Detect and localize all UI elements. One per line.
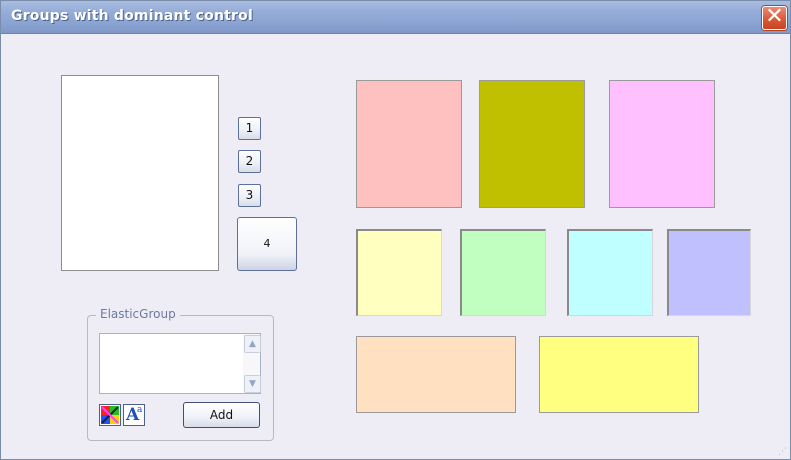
- color-palette-icon[interactable]: [99, 404, 121, 426]
- olive-panel: [479, 80, 585, 208]
- elastic-group-textarea[interactable]: ▲ ▼: [99, 333, 261, 394]
- button-4[interactable]: 4: [237, 217, 297, 271]
- close-button[interactable]: ✕: [762, 4, 787, 30]
- vertical-scrollbar[interactable]: ▲ ▼: [243, 334, 261, 393]
- close-icon: ✕: [765, 4, 784, 29]
- window-title: Groups with dominant control: [11, 8, 253, 24]
- resize-grip-icon[interactable]: ⋰: [778, 447, 788, 457]
- main-window: Groups with dominant control ✕ 1 2 3 4 E…: [0, 0, 791, 460]
- preview-panel: [61, 75, 219, 271]
- title-bar[interactable]: Groups with dominant control ✕: [1, 1, 790, 34]
- elastic-group: ElasticGroup ▲ ▼ A a Add: [87, 307, 274, 441]
- scroll-up-icon[interactable]: ▲: [244, 335, 261, 353]
- light-cyan-panel: [567, 229, 653, 316]
- pink-panel: [356, 80, 462, 208]
- add-button[interactable]: Add: [183, 402, 260, 428]
- lavender-panel: [609, 80, 715, 208]
- light-green-panel: [460, 229, 546, 316]
- scroll-down-icon[interactable]: ▼: [244, 375, 261, 393]
- light-blue-panel: [667, 229, 751, 316]
- font-icon[interactable]: A a: [123, 404, 145, 426]
- button-1[interactable]: 1: [238, 117, 261, 140]
- button-2[interactable]: 2: [238, 150, 261, 173]
- light-yellow-panel: [356, 229, 442, 316]
- elastic-group-label: ElasticGroup: [96, 307, 180, 321]
- peach-panel: [356, 336, 516, 413]
- yellow-panel: [539, 336, 699, 413]
- button-3[interactable]: 3: [238, 184, 261, 207]
